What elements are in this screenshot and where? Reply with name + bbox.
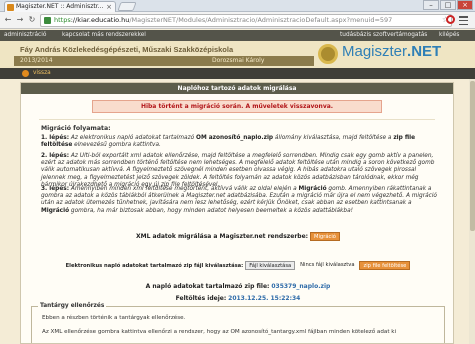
minimize-icon[interactable]: – — [423, 0, 439, 10]
step-3-text: 3. lépés: Amennyiben minden xml feltölté… — [41, 186, 437, 214]
scrollbar-thumb[interactable] — [469, 81, 475, 231]
migration-panel: Naplóhoz tartozó adatok migrálása Hiba t… — [20, 82, 454, 344]
fieldset-description: Az XML ellenőrzése gombra kattintva elle… — [42, 329, 397, 335]
divider — [39, 119, 435, 120]
logo-text: Magiszter — [342, 43, 408, 60]
logo-suffix: .NET — [407, 43, 442, 60]
uploaded-file-row: A napló adatokat tartalmazó zip file: 03… — [21, 283, 453, 290]
back-link[interactable]: vissza — [33, 68, 51, 79]
error-message: Hiba történt a migráció során. A művelet… — [92, 100, 382, 113]
opera-icon[interactable] — [446, 15, 455, 24]
subject-check-fieldset: Tantárgy ellenőrzés Ebben a részben tört… — [31, 303, 445, 343]
menu-kapcsolat[interactable]: kapcsolat más rendszerekkel — [62, 30, 146, 41]
lock-icon — [44, 17, 51, 24]
magiszter-logo: Magiszter.NET — [318, 42, 468, 66]
browser-toolbar: ← → ↻ https://kiar.educatio.hu/Magiszter… — [0, 12, 475, 29]
logo-gear-icon — [318, 44, 338, 64]
uploaded-file-name: 035379_naplo.zip — [271, 283, 331, 290]
url-host: ://kiar.educatio.hu — [70, 16, 130, 24]
browser-menu-icon[interactable] — [455, 14, 471, 27]
step-1-text: 1. lépés: Az elektronikus napló adatokat… — [41, 135, 416, 149]
xml-migration-row: XML adatok migrálása a Magiszter.net ren… — [21, 232, 453, 241]
school-name: Fáy András Közlekedésgépészeti, Műszaki … — [20, 45, 234, 54]
process-heading: Migráció folyamata: — [41, 125, 111, 132]
site-top-menu: adminisztráció kapcsolat más rendszerekk… — [0, 30, 475, 41]
xml-migration-label: XML adatok migrálása a Magiszter.net ren… — [136, 233, 309, 240]
address-bar[interactable]: https://kiar.educatio.hu/MagiszterNET/Mo… — [40, 14, 452, 27]
favicon-icon — [7, 4, 14, 11]
new-tab-button[interactable] — [117, 2, 137, 11]
fieldset-intro: Ebben a részben történik a tantárgyak el… — [42, 315, 186, 321]
back-arrow-icon[interactable]: ← — [3, 15, 13, 25]
close-tab-icon[interactable]: × — [106, 2, 112, 12]
url-protocol: https — [54, 16, 71, 24]
choose-file-button[interactable]: Fájl kiválasztása — [245, 261, 296, 270]
upload-time-row: Feltöltés ideje: 2013.12.25. 15:22:34 — [21, 295, 453, 302]
back-nav-bar: vissza — [0, 68, 475, 79]
tab-title: Magiszter.NET :: Adminisztr... — [16, 3, 104, 10]
maximize-icon[interactable]: □ — [440, 0, 456, 10]
migracio-button[interactable]: Migráció — [309, 232, 340, 241]
url-path: /MagiszterNET/Modules/Adminisztracio/Adm… — [129, 16, 393, 24]
school-year: 2013/2014 — [20, 57, 53, 64]
user-name: Dorozsmai Károly — [212, 57, 265, 64]
zip-select-label: Elektronikus napló adatokat tartalmazó z… — [65, 263, 244, 269]
upload-time-value: 2013.12.25. 15:22:34 — [228, 295, 301, 302]
menu-tudasbazis[interactable]: tudásbázis — [340, 30, 371, 41]
menu-adminisztracio[interactable]: adminisztráció — [4, 30, 46, 41]
back-icon[interactable] — [22, 70, 29, 77]
browser-tab-strip: Magiszter.NET :: Adminisztr... × – □ × — [0, 0, 475, 12]
window-controls: – □ × — [423, 0, 473, 10]
no-file-chosen-text: Nincs fájl kiválasztva — [300, 262, 355, 268]
panel-title: Naplóhoz tartozó adatok migrálása — [21, 83, 453, 94]
uploaded-file-label: A napló adatokat tartalmazó zip file: — [145, 283, 270, 290]
step-2-text: 2. lépés: Az Ulti-ból exportált xml adat… — [41, 153, 435, 188]
fieldset-legend: Tantárgy ellenőrzés — [38, 303, 107, 309]
header-info-bar: 2013/2014 Dorozsmai Károly — [14, 56, 314, 66]
forward-arrow-icon[interactable]: → — [15, 15, 25, 25]
menu-kilepes[interactable]: kilépés — [439, 30, 459, 41]
close-window-icon[interactable]: × — [457, 0, 473, 10]
browser-tab[interactable]: Magiszter.NET :: Adminisztr... × — [4, 1, 116, 12]
upload-zip-button[interactable]: zip file feltöltése — [359, 261, 411, 270]
zip-upload-row: Elektronikus napló adatokat tartalmazó z… — [21, 261, 453, 270]
reload-icon[interactable]: ↻ — [27, 15, 37, 25]
upload-time-label: Feltöltés ideje: — [175, 295, 227, 302]
menu-szoftvertamogatas[interactable]: szoftvertámogatás — [373, 30, 427, 41]
